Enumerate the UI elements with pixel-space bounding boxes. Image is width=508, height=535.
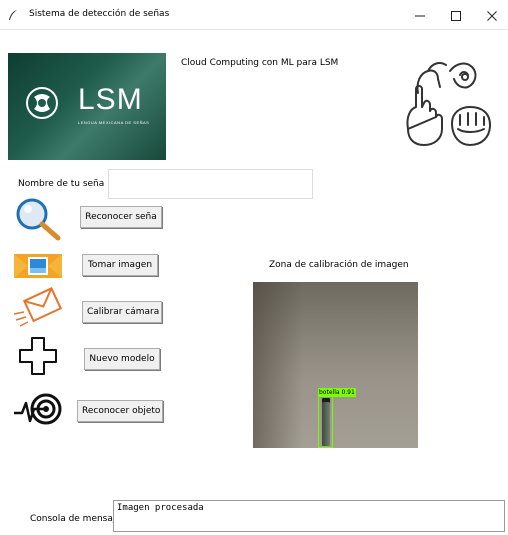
sign-language-hands-icon <box>406 62 491 146</box>
recognize-object-button[interactable]: Reconocer objeto <box>77 400 163 422</box>
console-output[interactable]: Imagen procesada <box>113 500 505 532</box>
lsm-emblem-icon <box>26 87 58 119</box>
image-icon <box>14 254 62 278</box>
console-label: Consola de mensaj <box>30 514 116 524</box>
image-shadow <box>253 282 303 448</box>
new-model-button[interactable]: Nuevo modelo <box>84 348 160 370</box>
close-button[interactable] <box>472 0 508 30</box>
minimize-button[interactable] <box>400 0 440 30</box>
take-image-button[interactable]: Tomar imagen <box>82 254 158 276</box>
calibration-label: Zona de calibración de imagen <box>269 260 409 270</box>
name-input[interactable] <box>108 169 313 199</box>
title-bar: Sistema de detección de señas <box>0 0 508 30</box>
name-label: Nombre de tu seña <box>18 179 105 189</box>
detection-box <box>318 396 333 448</box>
lsm-logo: LSM LENGUA MEXICANA DE SEÑAS <box>8 53 166 160</box>
logo-subtitle: LENGUA MEXICANA DE SEÑAS <box>78 120 150 125</box>
close-icon <box>487 11 497 21</box>
plus-icon <box>19 337 57 375</box>
main-window: LSM LENGUA MEXICANA DE SEÑAS Cloud Compu… <box>0 31 508 535</box>
feather-icon <box>9 10 17 20</box>
target-icon <box>14 393 62 425</box>
recognize-sign-button[interactable]: Reconocer seña <box>80 206 162 228</box>
envelope-icon <box>13 287 63 327</box>
minimize-icon <box>415 15 425 17</box>
calibrate-camera-button[interactable]: Calibrar cámara <box>82 301 162 323</box>
logo-text: LSM <box>78 83 143 116</box>
detection-label: botella 0.91 <box>318 388 356 397</box>
calibration-image: botella 0.91 <box>253 282 418 448</box>
maximize-button[interactable] <box>436 0 476 30</box>
magnifier-icon <box>16 198 61 241</box>
maximize-icon <box>451 11 461 21</box>
header-caption: Cloud Computing con ML para LSM <box>181 58 339 68</box>
window-title: Sistema de detección de señas <box>29 9 170 19</box>
